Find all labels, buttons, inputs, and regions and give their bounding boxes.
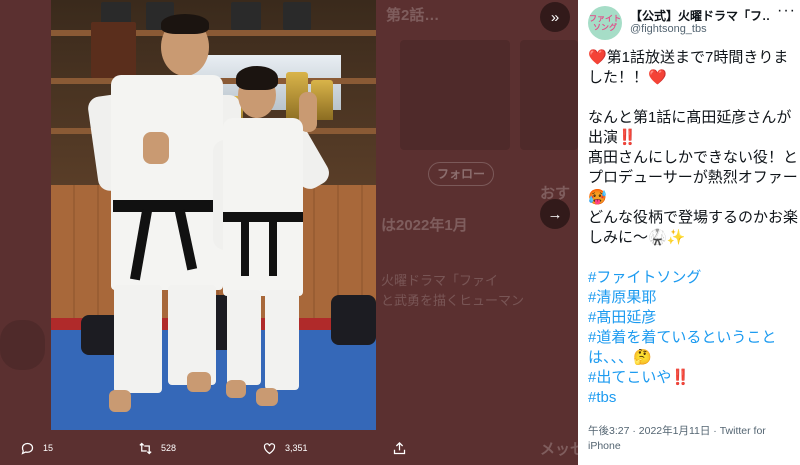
retweet-button[interactable]: 528 — [138, 438, 176, 458]
account-name-text: 【公式】火曜ドラマ「フ… — [630, 9, 770, 23]
background-card — [520, 40, 578, 150]
hashtag-link[interactable]: #髙田延彦 — [588, 308, 798, 328]
like-button[interactable]: 3,351 — [262, 438, 308, 458]
retweet-count: 528 — [161, 443, 177, 453]
tweet-text: ❤️第1話放送まで7時間きりました！！❤️ なんと第1話に髙田延彦さんが出演‼️… — [588, 48, 798, 408]
photo-bag — [331, 295, 376, 345]
tweet-panel: ファイトソング 【公式】火曜ドラマ「フ…✓ @fightsong_tbs ···… — [578, 0, 800, 465]
background-meta-label: メッセ — [540, 441, 578, 458]
hashtag-link[interactable]: #清原果耶 — [588, 288, 798, 308]
more-icon[interactable]: ··· — [777, 2, 796, 20]
reply-button[interactable]: 15 — [20, 438, 53, 458]
expand-button[interactable]: » — [540, 2, 570, 32]
avatar-text: ファイトソング — [589, 14, 621, 32]
photo-plaque — [91, 22, 136, 78]
tweet-line: ❤️第1話放送まで7時間きりました！！❤️ — [588, 49, 789, 86]
reply-count: 15 — [43, 443, 54, 453]
account-name[interactable]: 【公式】火曜ドラマ「フ…✓ — [630, 7, 770, 24]
reply-icon — [21, 442, 34, 455]
retweet-icon — [139, 442, 152, 454]
like-count: 3,351 — [285, 443, 308, 453]
background-follow-button: フォロー — [428, 162, 494, 186]
background-faint-line: 火曜ドラマ「ファイ — [381, 273, 499, 288]
hashtag-link[interactable]: #道着を着ているということは、、、🤔 — [588, 328, 798, 368]
background-heading: 第2話… — [386, 7, 440, 24]
account-handle[interactable]: @fightsong_tbs — [630, 23, 707, 35]
photo-box — [283, 2, 311, 30]
background-card — [400, 40, 510, 150]
tweet-timestamp[interactable]: 午後3:27 · 2022年1月11日 · Twitter for iPhone — [588, 424, 788, 454]
share-icon — [393, 441, 406, 454]
next-button[interactable]: → — [540, 199, 570, 229]
next-arrow-icon: → — [547, 205, 563, 223]
hashtag-link[interactable]: #出てこいや‼️ — [588, 368, 798, 388]
background-date-text: は2022年1月 — [381, 217, 468, 234]
like-icon — [263, 442, 276, 454]
tweet-line: どんな役柄で登場するのかお楽しみに〜🥋✨ — [588, 209, 799, 246]
background-faint-line: と武勇を描くヒューマン — [381, 293, 525, 308]
hashtag-link[interactable]: #tbs — [588, 388, 798, 408]
share-button[interactable] — [392, 438, 415, 458]
background-card — [0, 320, 45, 370]
tweet-photo[interactable] — [51, 0, 376, 430]
hashtag-link[interactable]: #ファイトソング — [588, 268, 798, 288]
tweet-line: なんと第1話に髙田延彦さんが出演‼️ — [588, 109, 792, 146]
expand-icon: » — [550, 8, 560, 26]
avatar[interactable]: ファイトソング — [588, 6, 622, 40]
photo-box — [231, 2, 261, 30]
tweet-line: 髙田さんにしかできない役！とプロデューサーが熱烈オファー🥵 — [588, 149, 799, 206]
